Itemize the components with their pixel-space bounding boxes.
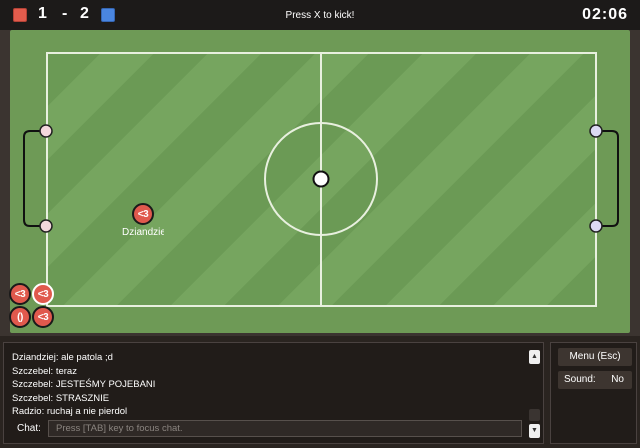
chat-label: Chat: [17,423,41,434]
chat-panel: Dziandziej: ale patola ;d Szczebel: tera… [3,342,544,444]
chat-scrollbar-thumb[interactable] [529,409,540,421]
player-red-bench-2: <3 [32,283,54,305]
left-goal-post-bottom [39,219,53,233]
player-name: Dziandziej [122,227,164,238]
chat-scroll-up-icon[interactable]: ▲ [529,350,540,364]
left-goal-post-top [39,124,53,138]
chat-message: Szczebel: JESTEŚMY POJEBANI [12,379,156,390]
player-red-bench-1: <3 [9,283,31,305]
side-menu-panel: Menu (Esc) Sound: No [550,342,637,444]
player-red-bench-3: () [9,306,31,328]
sound-toggle[interactable]: Sound: No [558,371,632,389]
chat-scroll-down-icon[interactable]: ▼ [529,424,540,438]
field-lines [23,52,619,307]
chat-log: Dziandziej: ale patola ;d Szczebel: tera… [12,351,522,425]
chat-message: Dziandziej: ale patola ;d [12,352,113,363]
chat-message: Szczebel: STRASZNIE [12,392,110,404]
sound-value: No [611,374,624,385]
chat-input[interactable] [48,420,522,437]
right-goal-net [596,130,619,227]
sound-label: Sound: [564,374,596,385]
player-red-bench-4: <3 [32,306,54,328]
left-goal-net [23,130,46,227]
ball [312,170,330,188]
chat-message: Szczebel: teraz [12,365,77,377]
right-goal-post-bottom [589,219,603,233]
right-goal-post-top [589,124,603,138]
chat-message: Radzio: ruchaj a nie pierdol [12,406,128,417]
menu-button[interactable]: Menu (Esc) [558,348,632,366]
player-red-dziandziej: <3 [132,203,154,225]
